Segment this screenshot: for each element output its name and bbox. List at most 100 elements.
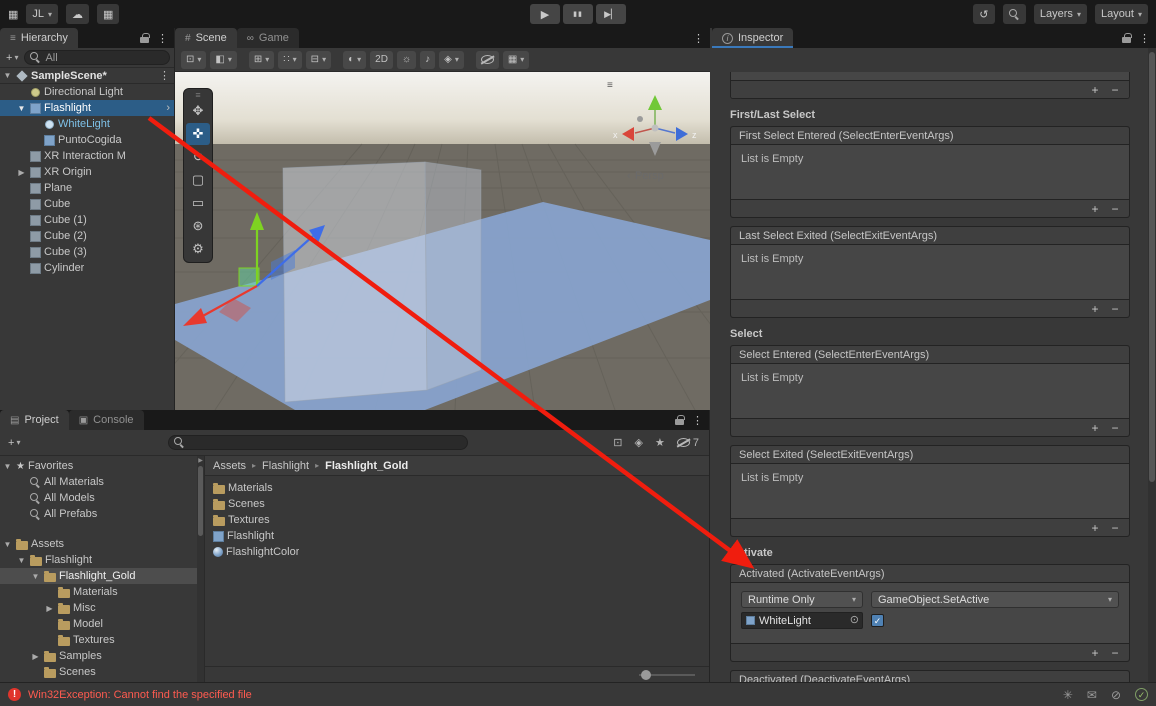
cloud-button[interactable]: ☁: [66, 4, 89, 24]
search-window-icon[interactable]: ⊡: [613, 436, 622, 449]
scene-header-row[interactable]: ▼ SampleScene* ⋮: [0, 68, 174, 84]
event-function-dropdown[interactable]: GameObject.SetActive ▾: [871, 591, 1119, 608]
pivot-mode-button[interactable]: ◧▾: [210, 51, 236, 69]
lock-icon[interactable]: [1122, 37, 1131, 43]
breadcrumb-flashlight-gold[interactable]: Flashlight_Gold: [325, 460, 408, 472]
breadcrumb-assets[interactable]: Assets: [213, 460, 246, 472]
hierarchy-item-xr-origin[interactable]: ▶ XR Origin: [0, 164, 174, 180]
tab-inspector[interactable]: i Inspector: [712, 28, 793, 48]
lighting-toggle-button[interactable]: ☼: [397, 51, 416, 69]
scene-viewport[interactable]: ≡ ✥ ✜ ↻ ▢ ▭ ⊛ ⚙: [175, 72, 710, 410]
tree-item-materials[interactable]: Materials: [0, 584, 204, 600]
foldout-icon[interactable]: ▼: [30, 572, 41, 581]
create-asset-button[interactable]: + ▾: [6, 437, 22, 449]
menu-dots-icon[interactable]: ⋮: [692, 414, 703, 427]
remove-listener-button[interactable]: −: [1105, 420, 1125, 436]
remove-listener-button[interactable]: −: [1105, 645, 1125, 661]
tab-game[interactable]: ∞ Game: [237, 28, 299, 48]
tab-project[interactable]: ▤ Project: [0, 410, 69, 430]
pause-button[interactable]: ▮▮: [563, 4, 593, 24]
tree-item-flashlight-gold[interactable]: ▼ Flashlight_Gold: [0, 568, 204, 584]
custom-tool-button[interactable]: ⚙: [186, 238, 210, 260]
hidden-packages-toggle[interactable]: 7: [677, 437, 699, 449]
scroll-up-icon[interactable]: ▶: [197, 457, 204, 464]
search-by-label-icon[interactable]: ◈: [635, 436, 643, 449]
prefab-open-icon[interactable]: ›: [166, 102, 170, 114]
tree-item-all-prefabs[interactable]: All Prefabs: [0, 506, 204, 522]
inspector-scrollbar[interactable]: [1148, 48, 1156, 682]
foldout-icon[interactable]: ▼: [2, 462, 13, 471]
rotate-tool-button[interactable]: ↻: [186, 146, 210, 168]
tool-settings-button[interactable]: ⊡▾: [181, 51, 206, 69]
notifications-icon[interactable]: ✉: [1087, 688, 1097, 702]
hierarchy-item-cube-2[interactable]: Cube (2): [0, 228, 174, 244]
scale-tool-button[interactable]: ▢: [186, 169, 210, 191]
asset-item-textures[interactable]: Textures: [213, 512, 709, 528]
add-object-button[interactable]: + ▾: [4, 52, 20, 64]
setactive-value-checkbox[interactable]: ✓: [871, 614, 884, 627]
lock-icon[interactable]: [140, 37, 149, 43]
foldout-icon[interactable]: ▼: [16, 104, 27, 113]
activity-icon[interactable]: ✳: [1063, 688, 1073, 702]
error-icon[interactable]: !: [8, 688, 21, 701]
foldout-icon[interactable]: ▶: [44, 604, 55, 613]
remove-listener-button[interactable]: −: [1105, 201, 1125, 217]
tree-scrollbar[interactable]: ▶: [197, 456, 204, 682]
tree-item-all-models[interactable]: All Models: [0, 490, 204, 506]
overlay-menu-icon[interactable]: ≡: [607, 80, 613, 91]
hierarchy-item-plane[interactable]: Plane: [0, 180, 174, 196]
tab-console[interactable]: ▣ Console: [69, 410, 144, 430]
menu-dots-icon[interactable]: ⋮: [693, 32, 704, 45]
tree-item-textures[interactable]: Textures: [0, 632, 204, 648]
tree-item-model[interactable]: Model: [0, 616, 204, 632]
undo-history-button[interactable]: ↺: [973, 4, 995, 24]
breadcrumb-flashlight[interactable]: Flashlight: [262, 460, 309, 472]
project-search-input[interactable]: [168, 435, 468, 450]
foldout-icon[interactable]: ▼: [16, 556, 27, 565]
tab-scene[interactable]: # Scene: [175, 28, 237, 48]
tree-item-misc[interactable]: ▶ Misc: [0, 600, 204, 616]
hierarchy-item-flashlight[interactable]: ▼ Flashlight ›: [0, 100, 174, 116]
search-button[interactable]: [1003, 4, 1026, 24]
network-status-icon[interactable]: ⊘: [1111, 688, 1121, 702]
play-button[interactable]: ▶: [530, 4, 560, 24]
event-target-object-field[interactable]: WhiteLight ⊙: [741, 612, 863, 629]
zoom-slider[interactable]: [639, 674, 695, 676]
effects-dropdown-button[interactable]: ◈▾: [439, 51, 464, 69]
foldout-icon[interactable]: ▶: [16, 168, 27, 177]
move-tool-button[interactable]: ✜: [186, 123, 210, 145]
foldout-icon[interactable]: ▶: [30, 652, 41, 661]
scene-menu-dots-icon[interactable]: ⋮: [159, 69, 170, 82]
asset-item-scenes[interactable]: Scenes: [213, 496, 709, 512]
shading-mode-button[interactable]: ◐▾: [343, 51, 366, 69]
scene-render[interactable]: x z ≡ ‹ Persp: [175, 72, 710, 410]
measure-tool-button[interactable]: ⊟▾: [306, 51, 331, 69]
event-mode-dropdown[interactable]: Runtime Only ▾: [741, 591, 863, 608]
2d-toggle-button[interactable]: 2D: [370, 51, 393, 69]
tree-item-assets[interactable]: ▼ Assets: [0, 536, 204, 552]
hierarchy-item-xr-interaction-manager[interactable]: XR Interaction M: [0, 148, 174, 164]
layers-dropdown[interactable]: Layers ▾: [1034, 4, 1087, 24]
hierarchy-item-whitelight[interactable]: WhiteLight: [0, 116, 174, 132]
camera-settings-button[interactable]: ▦▾: [503, 51, 529, 69]
add-listener-button[interactable]: +: [1085, 201, 1105, 217]
background-tasks-icon[interactable]: ✓: [1135, 688, 1148, 701]
step-button[interactable]: ▶▏: [596, 4, 626, 24]
rect-tool-button[interactable]: ▭: [186, 192, 210, 214]
save-search-icon[interactable]: ★: [655, 436, 665, 449]
persp-label[interactable]: Persp: [635, 170, 664, 182]
scrollbar-thumb[interactable]: [1149, 52, 1155, 482]
layout-dropdown[interactable]: Layout ▾: [1095, 4, 1148, 24]
hierarchy-item-cylinder[interactable]: Cylinder: [0, 260, 174, 276]
account-dropdown[interactable]: JL ▾: [26, 4, 58, 24]
add-listener-button[interactable]: +: [1085, 301, 1105, 317]
remove-listener-button[interactable]: −: [1105, 520, 1125, 536]
lock-icon[interactable]: [675, 419, 684, 425]
grid-visibility-button[interactable]: ⊞▾: [249, 51, 274, 69]
asset-item-flashlightcolor[interactable]: FlashlightColor: [213, 544, 709, 560]
tree-item-samples[interactable]: ▶ Samples: [0, 648, 204, 664]
add-listener-button[interactable]: +: [1085, 420, 1105, 436]
hierarchy-item-cube[interactable]: Cube: [0, 196, 174, 212]
overlay-grip[interactable]: ≡: [195, 91, 200, 99]
status-error-message[interactable]: Win32Exception: Cannot find the specifie…: [28, 689, 252, 701]
